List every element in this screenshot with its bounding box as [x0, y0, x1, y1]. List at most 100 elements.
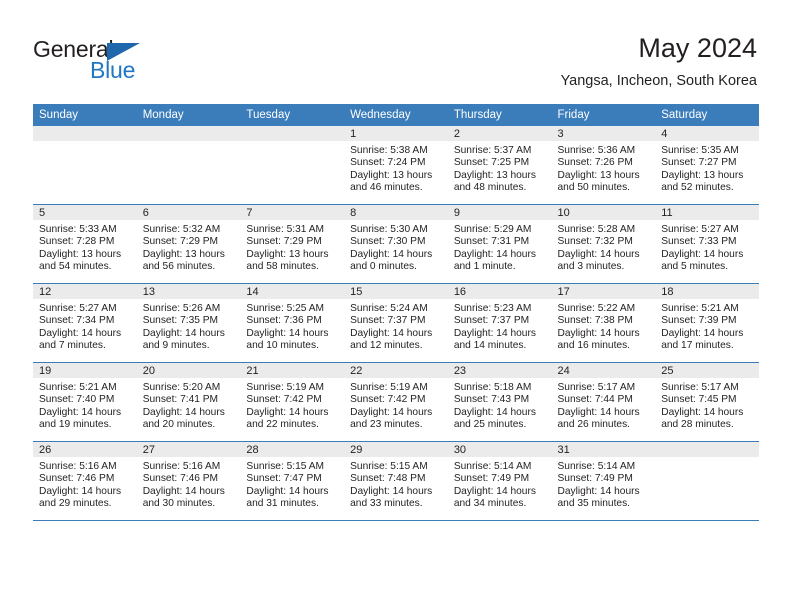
page-subtitle: Yangsa, Incheon, South Korea [560, 73, 757, 89]
calendar-day-cell[interactable]: 17 Sunrise: 5:22 AM Sunset: 7:38 PM Dayligh… [551, 283, 656, 363]
calendar-day-cell[interactable]: 12 Sunrise: 5:27 AM Sunset: 7:34 PM Dayligh… [33, 283, 137, 363]
calendar-day-cell[interactable]: 16 Sunrise: 5:23 AM Sunset: 7:37 PM Dayligh… [447, 283, 552, 363]
day-details: Sunrise: 5:27 AM Sunset: 7:33 PM Daylight:… [655, 220, 759, 274]
calendar-cell-inner: 16 Sunrise: 5:23 AM Sunset: 7:37 PM Dayligh… [447, 284, 552, 362]
sunset-time: Sunset: 7:46 PM [39, 473, 115, 485]
calendar-day-cell[interactable]: 19 Sunrise: 5:21 AM Sunset: 7:40 PM Dayligh… [33, 362, 137, 442]
day-details [655, 457, 759, 461]
calendar-day-cell[interactable]: 10 Sunrise: 5:28 AM Sunset: 7:32 PM Dayligh… [551, 204, 656, 284]
daylight-duration-line1: Daylight: 14 hours [39, 485, 122, 497]
calendar-day-cell[interactable]: 27 Sunrise: 5:16 AM Sunset: 7:46 PM Dayligh… [136, 441, 241, 521]
daylight-duration-line2: and 35 minutes. [557, 498, 631, 510]
daylight-duration-line2: and 28 minutes. [661, 419, 734, 431]
daylight-duration-line1: Daylight: 14 hours [453, 248, 536, 260]
day-details: Sunrise: 5:21 AM Sunset: 7:40 PM Daylight:… [33, 378, 137, 432]
sunrise-time: Sunrise: 5:19 AM [246, 382, 324, 393]
calendar-day-cell[interactable]: 30 Sunrise: 5:14 AM Sunset: 7:49 PM Dayligh… [447, 441, 552, 521]
calendar-day-cell[interactable]: 6 Sunrise: 5:32 AM Sunset: 7:29 PM Daylight… [136, 204, 241, 284]
sunrise-time: Sunrise: 5:35 AM [661, 145, 739, 156]
calendar-day-cell[interactable]: 14 Sunrise: 5:25 AM Sunset: 7:36 PM Dayligh… [240, 283, 345, 363]
day-number: 22 [344, 363, 448, 378]
calendar-cell-empty [240, 126, 345, 205]
day-number: 9 [447, 205, 552, 220]
day-details: Sunrise: 5:33 AM Sunset: 7:28 PM Daylight:… [33, 220, 137, 274]
day-number: 10 [551, 205, 656, 220]
calendar-day-cell[interactable]: 3 Sunrise: 5:36 AM Sunset: 7:26 PM Daylight… [551, 126, 656, 205]
day-number: 28 [240, 442, 345, 457]
calendar-day-cell[interactable]: 11 Sunrise: 5:27 AM Sunset: 7:33 PM Dayligh… [655, 204, 759, 284]
weekday-header-monday: Monday [136, 104, 241, 126]
calendar-cell-inner: 23 Sunrise: 5:18 AM Sunset: 7:43 PM Dayligh… [447, 363, 552, 441]
calendar-day-cell[interactable]: 18 Sunrise: 5:21 AM Sunset: 7:39 PM Dayligh… [655, 283, 759, 363]
daylight-duration-line1: Daylight: 14 hours [142, 327, 225, 339]
day-number [136, 126, 241, 141]
day-number: 16 [447, 284, 552, 299]
calendar-body: 1 Sunrise: 5:38 AM Sunset: 7:24 PM Daylight… [33, 126, 759, 521]
calendar-day-cell[interactable]: 4 Sunrise: 5:35 AM Sunset: 7:27 PM Daylight… [655, 126, 759, 205]
calendar-cell-inner: 14 Sunrise: 5:25 AM Sunset: 7:36 PM Dayligh… [240, 284, 345, 362]
calendar-day-cell[interactable]: 21 Sunrise: 5:19 AM Sunset: 7:42 PM Dayligh… [240, 362, 345, 442]
day-number: 12 [33, 284, 137, 299]
daylight-duration-line1: Daylight: 14 hours [453, 485, 536, 497]
calendar-day-cell[interactable]: 26 Sunrise: 5:16 AM Sunset: 7:46 PM Dayligh… [33, 441, 137, 521]
day-details: Sunrise: 5:19 AM Sunset: 7:42 PM Daylight:… [240, 378, 344, 432]
sunset-time: Sunset: 7:24 PM [350, 157, 426, 169]
calendar-cell-inner: 12 Sunrise: 5:27 AM Sunset: 7:34 PM Dayligh… [33, 284, 137, 362]
calendar-day-cell[interactable]: 1 Sunrise: 5:38 AM Sunset: 7:24 PM Daylight… [344, 126, 448, 205]
calendar-day-cell[interactable]: 15 Sunrise: 5:24 AM Sunset: 7:37 PM Dayligh… [344, 283, 448, 363]
daylight-duration-line2: and 7 minutes. [39, 340, 106, 352]
day-number: 3 [551, 126, 656, 141]
calendar-day-cell[interactable]: 24 Sunrise: 5:17 AM Sunset: 7:44 PM Dayligh… [551, 362, 656, 442]
day-details: Sunrise: 5:18 AM Sunset: 7:43 PM Daylight:… [448, 378, 552, 432]
calendar-day-cell[interactable]: 5 Sunrise: 5:33 AM Sunset: 7:28 PM Daylight… [33, 204, 137, 284]
calendar-cell-empty [655, 441, 759, 521]
daylight-duration-line2: and 10 minutes. [246, 340, 319, 352]
day-details: Sunrise: 5:24 AM Sunset: 7:37 PM Daylight:… [344, 299, 448, 353]
calendar-cell-empty [33, 126, 137, 205]
sunrise-time: Sunrise: 5:29 AM [453, 224, 532, 235]
calendar-day-cell[interactable]: 20 Sunrise: 5:20 AM Sunset: 7:41 PM Dayligh… [136, 362, 241, 442]
weekday-header-sunday: Sunday [33, 104, 137, 126]
calendar-cell-inner [136, 126, 241, 204]
daylight-duration-line2: and 19 minutes. [39, 419, 112, 431]
sunrise-time: Sunrise: 5:19 AM [350, 382, 428, 393]
daylight-duration-line2: and 30 minutes. [142, 498, 216, 510]
day-details: Sunrise: 5:20 AM Sunset: 7:41 PM Daylight:… [137, 378, 241, 432]
calendar-day-cell[interactable]: 23 Sunrise: 5:18 AM Sunset: 7:43 PM Dayligh… [447, 362, 552, 442]
calendar-day-cell[interactable]: 2 Sunrise: 5:37 AM Sunset: 7:25 PM Daylight… [447, 126, 552, 205]
day-number: 24 [551, 363, 656, 378]
daylight-duration-line2: and 46 minutes. [350, 182, 423, 194]
daylight-duration-line2: and 9 minutes. [142, 340, 210, 352]
day-number: 25 [655, 363, 759, 378]
calendar-day-cell[interactable]: 7 Sunrise: 5:31 AM Sunset: 7:29 PM Daylight… [240, 204, 345, 284]
calendar-day-cell[interactable]: 9 Sunrise: 5:29 AM Sunset: 7:31 PM Daylight… [447, 204, 552, 284]
daylight-duration-line2: and 33 minutes. [350, 498, 423, 510]
calendar-cell-inner: 4 Sunrise: 5:35 AM Sunset: 7:27 PM Daylight… [655, 126, 759, 204]
calendar-cell-inner: 26 Sunrise: 5:16 AM Sunset: 7:46 PM Dayligh… [33, 442, 137, 520]
calendar-cell-inner: 7 Sunrise: 5:31 AM Sunset: 7:29 PM Daylight… [240, 205, 345, 283]
sunset-time: Sunset: 7:25 PM [453, 157, 530, 169]
daylight-duration-line1: Daylight: 14 hours [142, 406, 225, 418]
calendar-day-cell[interactable]: 29 Sunrise: 5:15 AM Sunset: 7:48 PM Dayligh… [344, 441, 448, 521]
day-details: Sunrise: 5:32 AM Sunset: 7:29 PM Daylight:… [137, 220, 241, 274]
general-blue-logo: General Blue [33, 36, 213, 84]
calendar-day-cell[interactable]: 31 Sunrise: 5:14 AM Sunset: 7:49 PM Dayligh… [551, 441, 656, 521]
calendar-cell-inner: 27 Sunrise: 5:16 AM Sunset: 7:46 PM Dayligh… [136, 442, 241, 520]
calendar-day-cell[interactable]: 13 Sunrise: 5:26 AM Sunset: 7:35 PM Dayligh… [136, 283, 241, 363]
daylight-duration-line1: Daylight: 14 hours [661, 327, 744, 339]
calendar-day-cell[interactable]: 28 Sunrise: 5:15 AM Sunset: 7:47 PM Dayligh… [240, 441, 345, 521]
daylight-duration-line1: Daylight: 14 hours [350, 327, 433, 339]
daylight-duration-line1: Daylight: 13 hours [661, 169, 744, 181]
daylight-duration-line1: Daylight: 14 hours [39, 406, 122, 418]
sunset-time: Sunset: 7:48 PM [350, 473, 426, 485]
day-details: Sunrise: 5:16 AM Sunset: 7:46 PM Daylight:… [137, 457, 241, 511]
weekday-header-wednesday: Wednesday [344, 104, 448, 126]
calendar-day-cell[interactable]: 22 Sunrise: 5:19 AM Sunset: 7:42 PM Dayligh… [344, 362, 448, 442]
calendar-day-cell[interactable]: 25 Sunrise: 5:17 AM Sunset: 7:45 PM Dayligh… [655, 362, 759, 442]
daylight-duration-line2: and 56 minutes. [142, 261, 216, 273]
sunset-time: Sunset: 7:44 PM [557, 394, 633, 406]
calendar-cell-inner: 6 Sunrise: 5:32 AM Sunset: 7:29 PM Daylight… [136, 205, 241, 283]
day-details: Sunrise: 5:29 AM Sunset: 7:31 PM Daylight:… [448, 220, 552, 274]
calendar-day-cell[interactable]: 8 Sunrise: 5:30 AM Sunset: 7:30 PM Daylight… [344, 204, 448, 284]
sunrise-time: Sunrise: 5:16 AM [142, 461, 221, 472]
